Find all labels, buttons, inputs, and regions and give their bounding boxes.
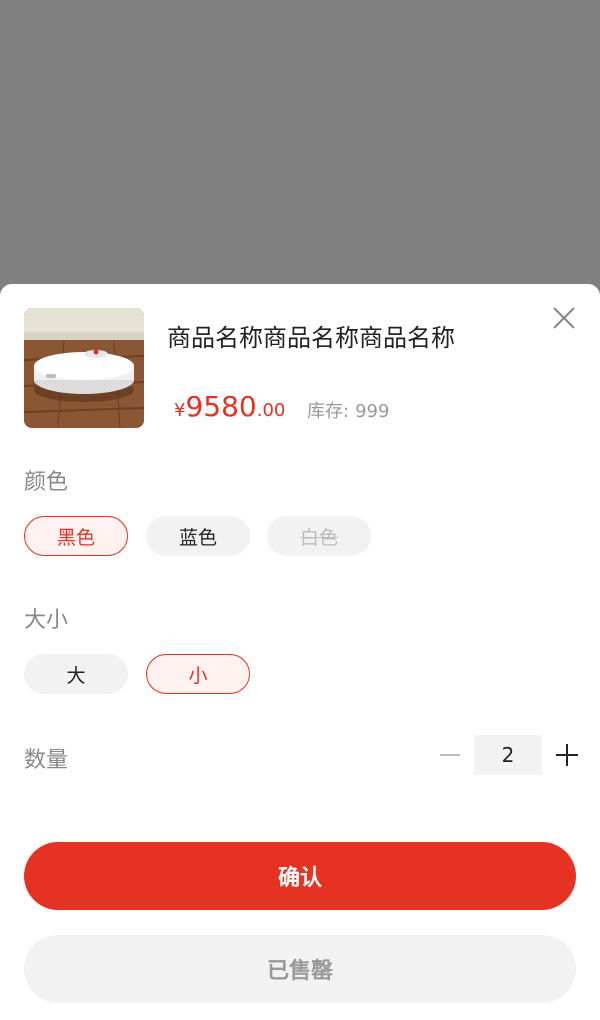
close-icon xyxy=(553,307,575,329)
confirm-button[interactable]: 确认 xyxy=(24,842,576,910)
color-option-label: 黑色 xyxy=(56,526,95,549)
product-price: ¥9580.00 xyxy=(174,390,285,423)
close-button[interactable] xyxy=(548,302,580,334)
size-option-small[interactable]: 小 xyxy=(146,654,250,694)
stock-value: 999 xyxy=(355,401,390,422)
size-option-large[interactable]: 大 xyxy=(24,654,128,694)
color-section-label: 颜色 xyxy=(24,470,69,495)
stock-info: 库存: 999 xyxy=(307,397,389,423)
minus-icon xyxy=(440,754,460,756)
sold-out-button: 已售罄 xyxy=(24,935,576,1003)
sold-out-button-label: 已售罄 xyxy=(266,959,333,984)
price-currency: ¥ xyxy=(174,400,186,421)
size-option-label: 大 xyxy=(66,664,86,687)
size-option-label: 小 xyxy=(188,664,208,687)
plus-icon xyxy=(556,744,578,766)
color-option-label: 白色 xyxy=(299,526,338,549)
color-option-blue[interactable]: 蓝色 xyxy=(146,516,250,556)
price-integer: 9580 xyxy=(185,390,257,423)
price-decimal: .00 xyxy=(256,400,286,421)
product-title: 商品名称商品名称商品名称 xyxy=(167,324,455,352)
stock-label: 库存: xyxy=(307,401,350,422)
quantity-input[interactable]: 2 xyxy=(474,735,542,775)
sku-selector-sheet: 商品名称商品名称商品名称 ¥9580.00 库存: 999 颜色 黑色 蓝色 白色… xyxy=(0,284,600,1020)
quantity-increment-button[interactable] xyxy=(554,740,580,770)
color-option-white: 白色 xyxy=(267,516,371,556)
color-option-black[interactable]: 黑色 xyxy=(24,516,128,556)
quantity-decrement-button[interactable] xyxy=(438,740,462,770)
product-image xyxy=(24,308,144,428)
quantity-label: 数量 xyxy=(24,748,69,773)
size-section-label: 大小 xyxy=(24,608,69,633)
color-option-label: 蓝色 xyxy=(178,526,217,549)
confirm-button-label: 确认 xyxy=(277,866,322,891)
